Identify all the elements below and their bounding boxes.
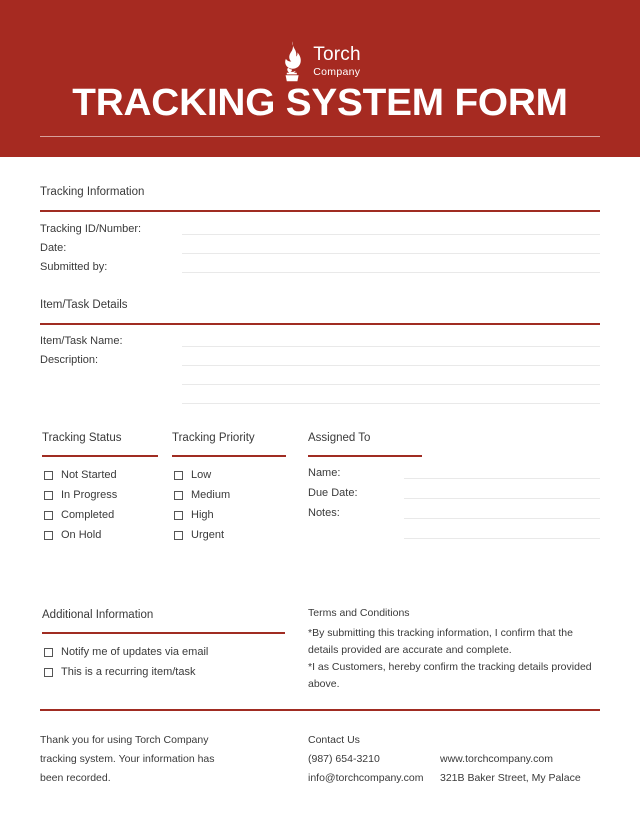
checkbox-icon[interactable] [44, 667, 53, 677]
field-label-description: Description: [40, 354, 99, 366]
checkbox-notify-updates[interactable]: Notify me of updates via email [44, 646, 208, 658]
field-input-description-line-2[interactable] [182, 384, 600, 386]
terms-title: Terms and Conditions [308, 607, 410, 619]
checkbox-icon[interactable] [174, 530, 183, 540]
footer-thanks: Thank you for using Torch Company tracki… [40, 734, 215, 784]
checkbox-label: In Progress [61, 489, 118, 501]
field-input-assignee-name[interactable] [404, 478, 600, 480]
field-input-due-date[interactable] [404, 498, 600, 500]
checkbox-label: On Hold [61, 529, 102, 541]
field-input-date[interactable] [182, 253, 600, 255]
checkbox-high[interactable]: High [174, 509, 214, 521]
page-title: TRACKING SYSTEM FORM [72, 82, 568, 124]
brand-name: Torch [313, 43, 361, 65]
section-divider-tracking-status [42, 455, 158, 457]
section-title-tracking-status: Tracking Status [42, 432, 122, 444]
checkbox-icon[interactable] [44, 510, 53, 520]
field-input-item-task-name[interactable] [182, 346, 600, 348]
checkbox-icon[interactable] [44, 530, 53, 540]
terms-paragraph-1: *By submitting this tracking information… [308, 627, 573, 656]
checkbox-icon[interactable] [174, 470, 183, 480]
footer-website[interactable]: www.torchcompany.com [440, 750, 553, 769]
section-title-item-task-details: Item/Task Details [40, 299, 128, 311]
field-label-notes: Notes: [308, 507, 340, 519]
checkbox-label: Not Started [61, 469, 117, 481]
footer-email[interactable]: info@torchcompany.com [308, 769, 424, 788]
checkbox-label: Low [191, 469, 212, 481]
checkbox-label: Medium [191, 489, 231, 501]
field-input-description-line-1[interactable] [182, 365, 600, 367]
section-divider-additional-information [42, 632, 285, 634]
field-label-tracking-id: Tracking ID/Number: [40, 223, 142, 235]
field-label-item-task-name: Item/Task Name: [40, 335, 123, 347]
section-title-assigned-to: Assigned To [308, 432, 371, 444]
checkbox-label: Notify me of updates via email [61, 646, 209, 658]
checkbox-on-hold[interactable]: On Hold [44, 529, 101, 541]
checkbox-low[interactable]: Low [174, 469, 211, 481]
checkbox-label: High [191, 509, 214, 521]
terms-paragraph-2: *I as Customers, hereby confirm the trac… [308, 661, 592, 690]
checkbox-icon[interactable] [44, 647, 53, 657]
field-input-tracking-id[interactable] [182, 234, 600, 236]
footer-contact-title: Contact Us [308, 734, 360, 746]
checkbox-label: Urgent [191, 529, 225, 541]
footer-phone[interactable]: (987) 654-3210 [308, 750, 380, 769]
field-input-description-line-3[interactable] [182, 403, 600, 405]
field-input-notes-line-1[interactable] [404, 518, 600, 520]
checkbox-completed[interactable]: Completed [44, 509, 114, 521]
page-header: Torch Company TRACKING SYSTEM FORM [0, 0, 640, 157]
field-label-due-date: Due Date: [308, 487, 358, 499]
footer-divider [40, 709, 600, 712]
brand-subtitle: Company [313, 65, 361, 78]
field-label-submitted-by: Submitted by: [40, 261, 108, 273]
field-label-assignee-name: Name: [308, 467, 341, 479]
checkbox-icon[interactable] [174, 510, 183, 520]
section-divider-tracking-priority [172, 455, 286, 457]
section-title-tracking-priority: Tracking Priority [172, 432, 255, 444]
brand-wordmark: Torch Company [313, 45, 360, 78]
section-title-tracking-information: Tracking Information [40, 186, 145, 198]
section-title-additional-information: Additional Information [42, 609, 154, 621]
checkbox-not-started[interactable]: Not Started [44, 469, 117, 481]
checkbox-icon[interactable] [44, 470, 53, 480]
section-divider-item-task-details [40, 323, 600, 325]
checkbox-recurring-item[interactable]: This is a recurring item/task [44, 666, 195, 678]
section-divider-assigned-to [308, 455, 422, 457]
checkbox-icon[interactable] [174, 490, 183, 500]
form-page: Torch Company TRACKING SYSTEM FORM Track… [0, 0, 640, 828]
brand-logo: Torch Company [0, 40, 640, 82]
checkbox-label: Completed [61, 509, 115, 521]
checkbox-icon[interactable] [44, 490, 53, 500]
field-input-notes-line-2[interactable] [404, 538, 600, 540]
checkbox-label: This is a recurring item/task [61, 666, 196, 678]
header-divider [40, 136, 600, 137]
field-label-date: Date: [40, 242, 67, 254]
field-input-submitted-by[interactable] [182, 272, 600, 274]
section-divider-tracking-information [40, 210, 600, 212]
torch-flame-icon [279, 40, 305, 82]
footer-address: 321B Baker Street, My Palace [440, 772, 581, 784]
checkbox-in-progress[interactable]: In Progress [44, 489, 117, 501]
checkbox-urgent[interactable]: Urgent [174, 529, 224, 541]
checkbox-medium[interactable]: Medium [174, 489, 230, 501]
